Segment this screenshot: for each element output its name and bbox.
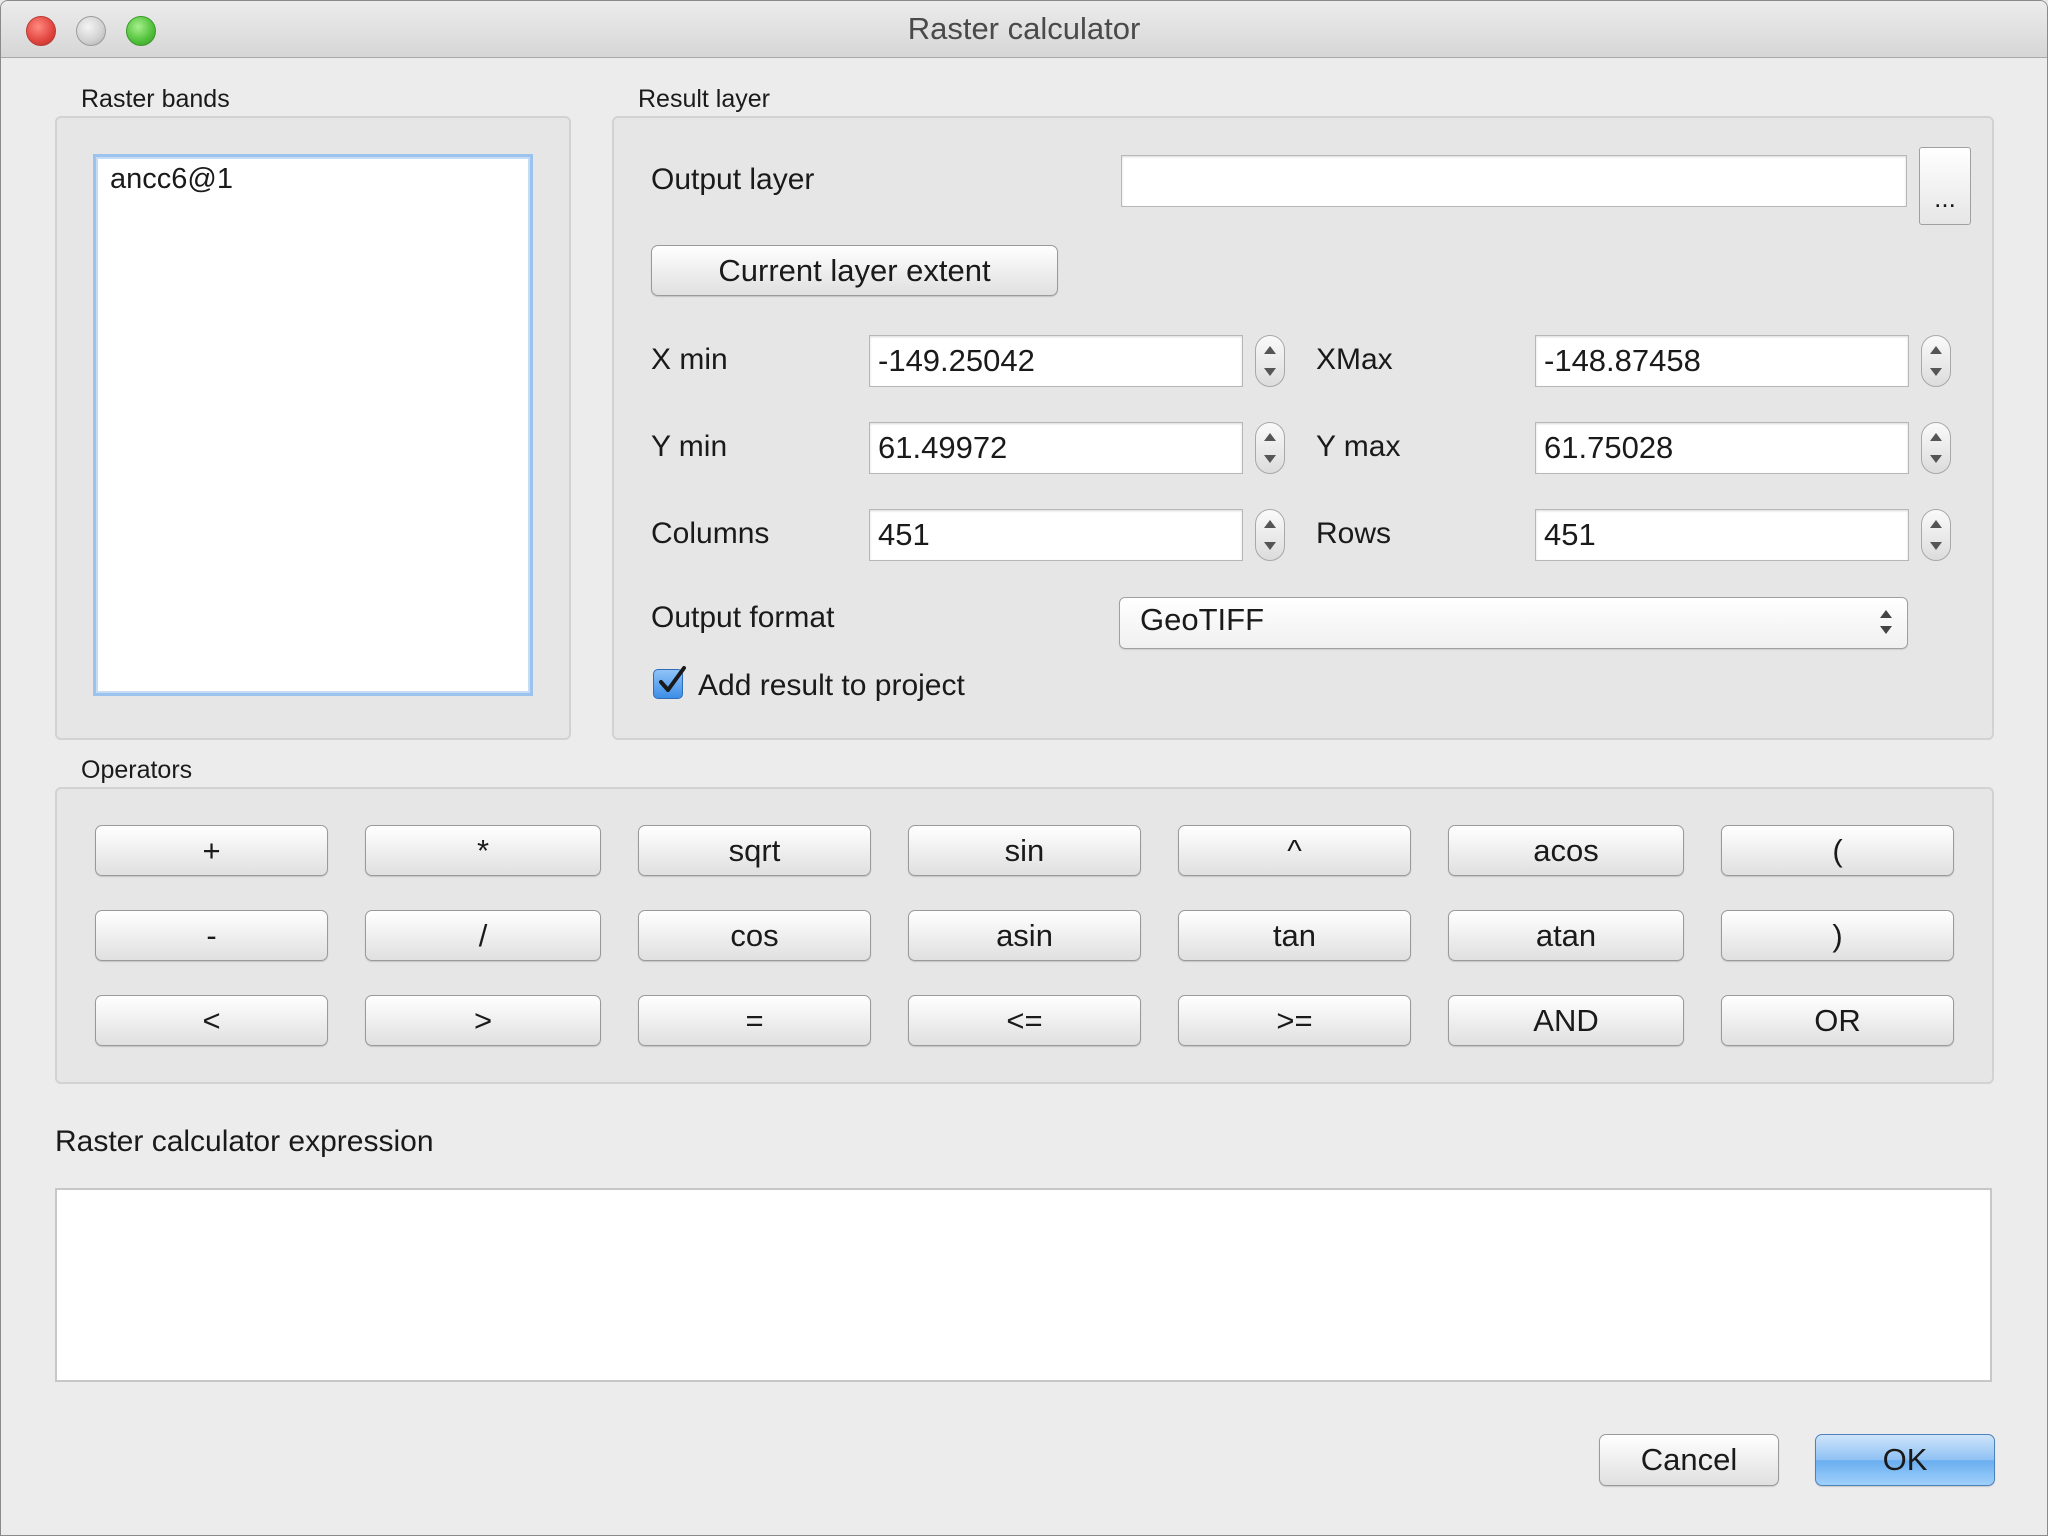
rows-stepper[interactable]	[1921, 509, 1951, 561]
cancel-button[interactable]: Cancel	[1599, 1434, 1779, 1486]
operators-label: Operators	[81, 756, 193, 784]
stepper-down-icon	[1930, 455, 1942, 463]
add-result-checkbox[interactable]	[653, 666, 686, 699]
operator-less-equal-button[interactable]: <=	[908, 995, 1141, 1046]
ok-button[interactable]: OK	[1815, 1434, 1995, 1486]
y-min-label: Y min	[651, 430, 728, 463]
operator-power-button[interactable]: ^	[1178, 825, 1411, 876]
add-result-label[interactable]: Add result to project	[698, 669, 965, 703]
x-max-stepper[interactable]	[1921, 335, 1951, 387]
operator-minus-button[interactable]: -	[95, 910, 328, 961]
operator-equals-button[interactable]: =	[638, 995, 871, 1046]
stepper-up-icon	[1264, 346, 1276, 354]
operator-plus-button[interactable]: +	[95, 825, 328, 876]
y-max-label: Y max	[1316, 430, 1401, 463]
operator-or-button[interactable]: OR	[1721, 995, 1954, 1046]
x-min-label: X min	[651, 343, 728, 376]
operator-cos-button[interactable]: cos	[638, 910, 871, 961]
rows-label: Rows	[1316, 517, 1392, 550]
output-format-select[interactable]: GeoTIFF	[1119, 597, 1908, 649]
expression-textarea[interactable]	[55, 1188, 1992, 1382]
raster-bands-label: Raster bands	[81, 85, 230, 113]
output-layer-input[interactable]	[1121, 155, 1907, 207]
checkmark-icon	[659, 666, 686, 692]
columns-input[interactable]	[869, 509, 1243, 561]
operator-tan-button[interactable]: tan	[1178, 910, 1411, 961]
stepper-up-icon	[1930, 346, 1942, 354]
select-arrows-icon	[1879, 606, 1893, 638]
result-layer-label: Result layer	[638, 85, 770, 113]
output-layer-label: Output layer	[651, 163, 815, 196]
stepper-up-icon	[1264, 433, 1276, 441]
operator-sqrt-button[interactable]: sqrt	[638, 825, 871, 876]
operator-less-than-button[interactable]: <	[95, 995, 328, 1046]
operator-open-paren-button[interactable]: (	[1721, 825, 1954, 876]
operator-atan-button[interactable]: atan	[1448, 910, 1684, 961]
stepper-up-icon	[1930, 433, 1942, 441]
current-layer-extent-button[interactable]: Current layer extent	[651, 245, 1058, 296]
expression-label: Raster calculator expression	[55, 1125, 434, 1158]
y-min-stepper[interactable]	[1255, 422, 1285, 474]
columns-label: Columns	[651, 517, 770, 550]
stepper-down-icon	[1930, 542, 1942, 550]
x-min-stepper[interactable]	[1255, 335, 1285, 387]
x-max-input[interactable]	[1535, 335, 1909, 387]
operator-sin-button[interactable]: sin	[908, 825, 1141, 876]
operator-multiply-button[interactable]: *	[365, 825, 601, 876]
output-format-label: Output format	[651, 601, 835, 634]
operator-asin-button[interactable]: asin	[908, 910, 1141, 961]
y-min-input[interactable]	[869, 422, 1243, 474]
operator-greater-than-button[interactable]: >	[365, 995, 601, 1046]
operator-divide-button[interactable]: /	[365, 910, 601, 961]
browse-output-button[interactable]: ...	[1919, 147, 1971, 225]
operator-greater-equal-button[interactable]: >=	[1178, 995, 1411, 1046]
y-max-stepper[interactable]	[1921, 422, 1951, 474]
operator-close-paren-button[interactable]: )	[1721, 910, 1954, 961]
stepper-up-icon	[1930, 520, 1942, 528]
stepper-down-icon	[1264, 368, 1276, 376]
x-min-input[interactable]	[869, 335, 1243, 387]
window-title: Raster calculator	[907, 11, 1141, 46]
rows-input[interactable]	[1535, 509, 1909, 561]
operator-acos-button[interactable]: acos	[1448, 825, 1684, 876]
columns-stepper[interactable]	[1255, 509, 1285, 561]
stepper-down-icon	[1264, 455, 1276, 463]
y-max-input[interactable]	[1535, 422, 1909, 474]
operator-and-button[interactable]: AND	[1448, 995, 1684, 1046]
raster-bands-group: ancc6@1	[55, 116, 571, 740]
x-max-label: XMax	[1316, 343, 1393, 376]
title-bar[interactable]: Raster calculator	[1, 1, 2047, 58]
stepper-down-icon	[1264, 542, 1276, 550]
raster-band-item[interactable]: ancc6@1	[110, 163, 233, 196]
raster-calculator-window: Raster calculator Raster bands ancc6@1 R…	[0, 0, 2048, 1536]
output-format-value: GeoTIFF	[1140, 602, 1265, 637]
raster-bands-list[interactable]: ancc6@1	[93, 154, 533, 696]
stepper-down-icon	[1930, 368, 1942, 376]
stepper-up-icon	[1264, 520, 1276, 528]
